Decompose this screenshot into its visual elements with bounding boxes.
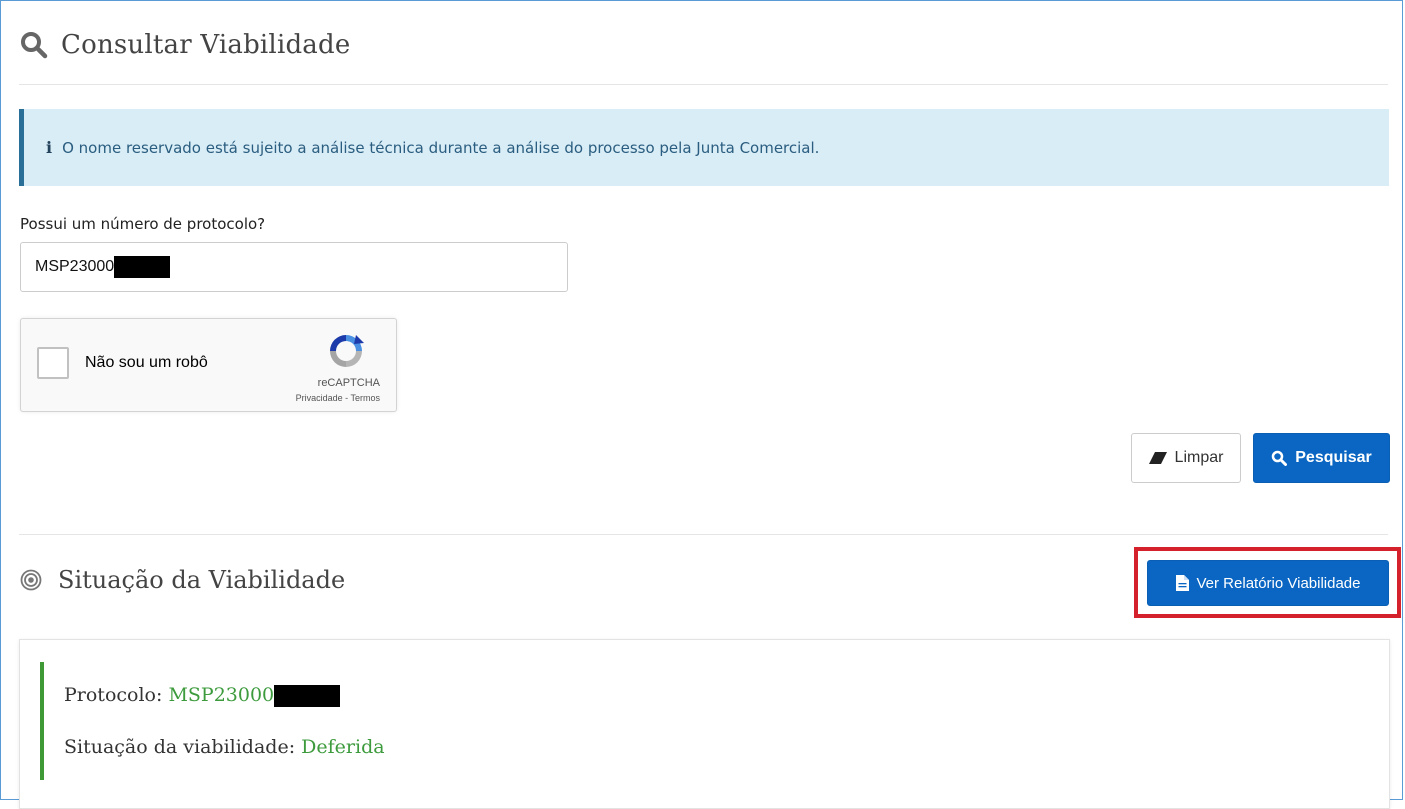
recaptcha-checkbox[interactable]: [37, 347, 69, 379]
status-accent-bar: [40, 662, 44, 780]
clear-button-label: Limpar: [1174, 449, 1224, 466]
recaptcha-terms-link[interactable]: Privacidade - Termos: [296, 393, 380, 403]
page-frame: Consultar Viabilidade i O nome reservado…: [0, 0, 1403, 809]
alert-message: O nome reservado está sujeito a análise …: [62, 138, 820, 157]
recaptcha-brand: reCAPTCHA: [317, 377, 380, 389]
protocol-value: MSP23000: [168, 684, 275, 706]
divider: [19, 534, 1388, 535]
info-icon: i: [46, 138, 53, 157]
eraser-icon: [1148, 452, 1167, 464]
status-row: Situação da viabilidade: Deferida: [64, 736, 385, 758]
redaction-block: [114, 256, 171, 278]
section-title: Situação da Viabilidade: [58, 566, 346, 594]
view-report-button[interactable]: Ver Relatório Viabilidade: [1147, 560, 1389, 606]
status-value: Deferida: [301, 736, 385, 758]
divider: [19, 84, 1388, 85]
search-icon: [1272, 450, 1288, 466]
search-icon: [21, 32, 48, 59]
protocol-label: Protocolo:: [64, 684, 163, 706]
redaction-block: [274, 685, 341, 707]
section-header: Situação da Viabilidade: [20, 566, 345, 594]
document-icon: [1175, 575, 1189, 591]
clear-button[interactable]: Limpar: [1131, 433, 1241, 483]
protocol-row: Protocolo: MSP23000: [64, 684, 341, 707]
page-header: Consultar Viabilidade: [19, 23, 350, 67]
result-card: Protocolo: MSP23000 Situação da viabilid…: [19, 639, 1390, 809]
search-button-label: Pesquisar: [1295, 449, 1372, 466]
view-report-button-label: Ver Relatório Viabilidade: [1196, 574, 1361, 592]
search-button[interactable]: Pesquisar: [1253, 433, 1390, 483]
recaptcha-label: Não sou um robô: [85, 354, 208, 371]
page-title: Consultar Viabilidade: [61, 30, 351, 60]
protocol-field-label: Possui um número de protocolo?: [20, 215, 266, 233]
protocol-input[interactable]: MSP23000: [20, 242, 568, 292]
protocol-input-value: MSP23000: [35, 258, 115, 275]
status-label: Situação da viabilidade:: [64, 736, 296, 758]
recaptcha-logo-icon: [330, 335, 364, 367]
info-alert: i O nome reservado está sujeito a anális…: [19, 109, 1389, 186]
target-icon: [20, 569, 42, 591]
recaptcha-widget: Não sou um robô reCAPTCHA Privacidade - …: [20, 318, 397, 412]
